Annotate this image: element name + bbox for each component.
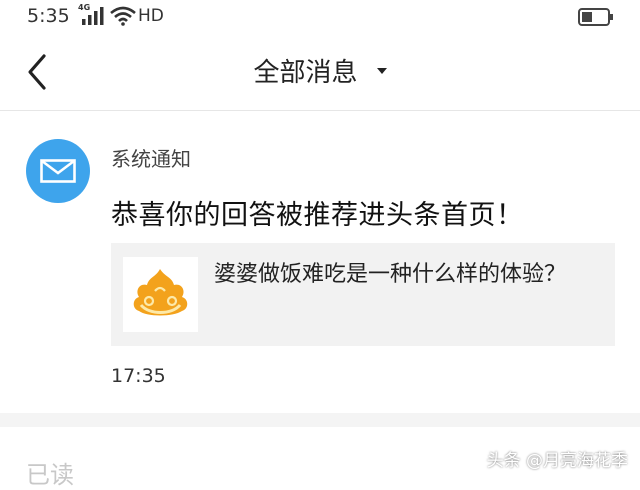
wifi-icon (110, 6, 136, 26)
status-time: 5:35 (27, 5, 70, 27)
hd-indicator: HD (138, 6, 164, 26)
message-item[interactable]: 系统通知 恭喜你的回答被推荐进头条首页！ 婆婆做饭难吃是一种什么样的体验？ 17… (0, 111, 640, 413)
signal-icon (82, 7, 104, 25)
watermark: 头条 @月亮海花季 (486, 451, 628, 471)
article-title: 婆婆做饭难吃是一种什么样的体验？ (214, 262, 567, 287)
envelope-icon (40, 159, 76, 183)
read-section-label: 已读 (26, 461, 74, 489)
message-time: 17:35 (111, 365, 166, 387)
caret-down-icon (376, 67, 387, 74)
article-thumbnail (123, 257, 198, 332)
title-dropdown[interactable]: 全部消息 (0, 52, 640, 89)
message-headline: 恭喜你的回答被推荐进头条首页！ (111, 200, 524, 231)
avatar (26, 139, 90, 203)
page-title: 全部消息 (253, 58, 358, 88)
title-bar: 全部消息 (0, 34, 640, 111)
linked-article-card[interactable]: 婆婆做饭难吃是一种什么样的体验？ (111, 243, 615, 346)
section-divider (0, 413, 640, 427)
golden-cloud-logo (133, 269, 188, 316)
status-bar: 5:35 4G HD (0, 0, 640, 34)
message-sender: 系统通知 (111, 147, 191, 171)
battery-icon (578, 8, 613, 26)
